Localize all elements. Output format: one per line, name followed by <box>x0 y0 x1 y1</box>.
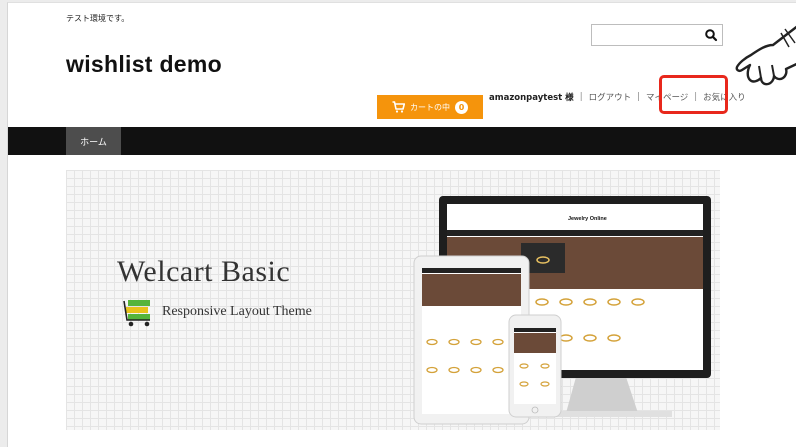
logout-link[interactable]: ログアウト <box>589 91 632 103</box>
nav-item-home[interactable]: ホーム <box>66 127 121 155</box>
tagline: テスト環境です。 <box>66 14 130 23</box>
cart-label: カートの中 <box>410 102 450 112</box>
username: amazonpaytest 様 <box>489 93 574 103</box>
site-title[interactable]: wishlist demo <box>66 51 222 78</box>
page: テスト環境です。 wishlist demo カートの中 0 amazonpay… <box>7 2 796 447</box>
cart-icon <box>392 101 405 113</box>
main-navbar: ホーム <box>8 127 796 155</box>
desktop-site-title: Jewelry Online <box>568 216 607 222</box>
hero-banner[interactable]: Welcart Basic Responsive Layout Theme Je… <box>66 170 720 430</box>
search-icon <box>705 29 718 42</box>
nav-separator: | <box>637 92 640 102</box>
search-input[interactable] <box>591 24 723 46</box>
favorites-highlight-box <box>659 75 728 114</box>
devices-illustration: Jewelry Online <box>413 196 711 425</box>
search-button[interactable] <box>702 26 720 44</box>
pointing-hand-icon <box>735 25 796 86</box>
nav-separator: | <box>579 92 583 102</box>
cart-button[interactable]: カートの中 0 <box>377 95 483 119</box>
cart-count-badge: 0 <box>455 100 468 114</box>
